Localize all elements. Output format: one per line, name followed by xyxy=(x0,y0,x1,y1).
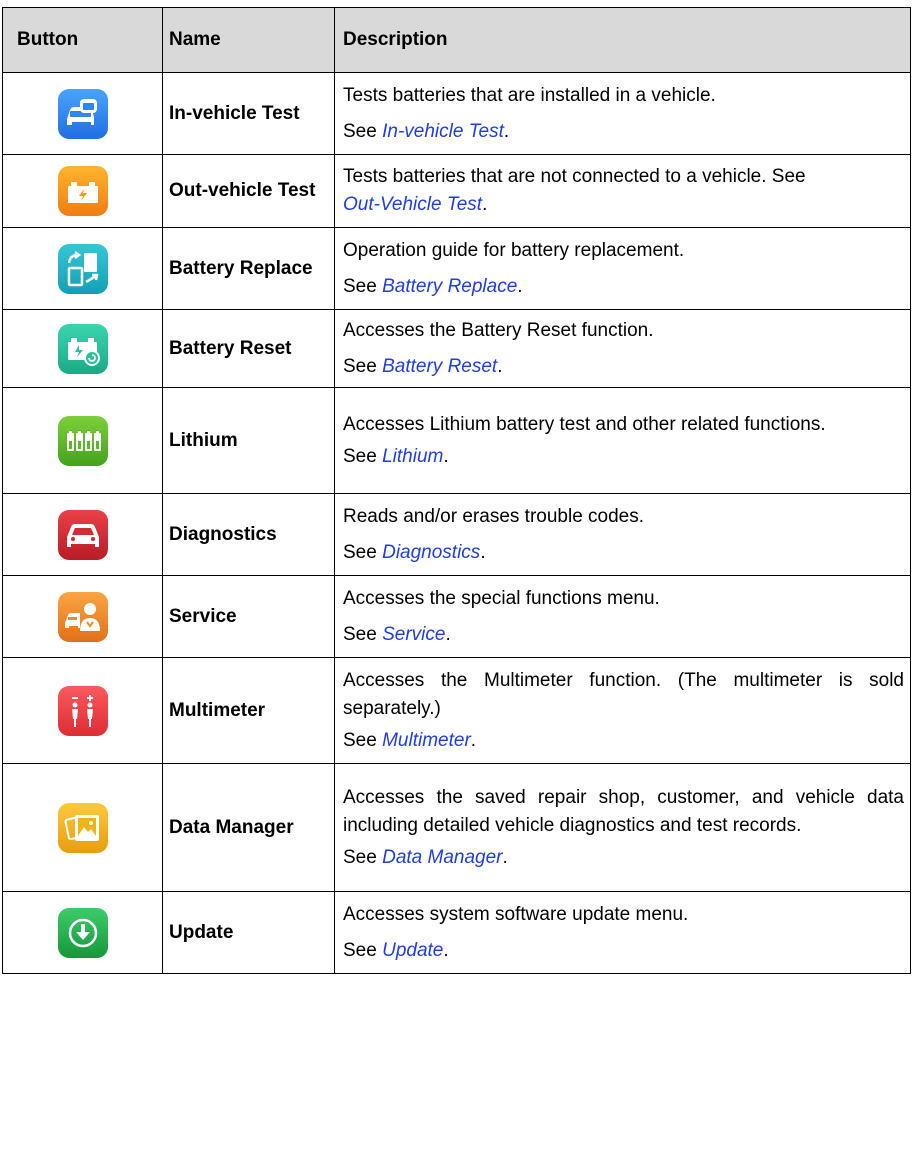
row-name: Multimeter xyxy=(162,657,335,764)
table-row: Lithium Accesses Lithium battery test an… xyxy=(2,387,911,494)
table-row: Data Manager Accesses the saved repair s… xyxy=(2,763,911,892)
see-prefix: See xyxy=(343,623,383,645)
battery-replace-icon[interactable] xyxy=(57,243,108,294)
update-link[interactable]: Update xyxy=(382,940,443,961)
row-description: Accesses Lithium battery test and other … xyxy=(343,413,826,435)
service-icon[interactable] xyxy=(57,591,108,642)
see-prefix: See xyxy=(343,355,383,377)
row-name: In-vehicle Test xyxy=(162,72,335,155)
see-suffix: . xyxy=(503,120,510,142)
header-description: Description xyxy=(334,7,911,73)
battery-reset-link[interactable]: Battery Reset xyxy=(382,356,497,377)
table-row: Update Accesses system software update m… xyxy=(2,891,911,974)
see-suffix: . xyxy=(445,623,451,645)
see-suffix: . xyxy=(480,541,486,563)
row-description: Accesses the saved repair shop, customer… xyxy=(343,786,904,836)
see-suffix: . xyxy=(497,355,503,377)
see-suffix: . xyxy=(502,846,508,868)
header-name: Name xyxy=(162,7,335,73)
diagnostics-icon[interactable] xyxy=(57,509,108,560)
diagnostics-link[interactable]: Diagnostics xyxy=(382,542,480,563)
row-description: Operation guide for battery replacement. xyxy=(343,239,685,261)
row-description: Tests batteries that are not connected t… xyxy=(343,166,806,187)
see-prefix: See xyxy=(343,275,383,297)
row-description: Accesses the special functions menu. xyxy=(343,587,660,609)
update-icon[interactable] xyxy=(57,907,108,958)
see-prefix: See xyxy=(343,445,383,467)
service-link[interactable]: Service xyxy=(382,624,445,645)
out-vehicle-test-icon[interactable] xyxy=(57,166,108,216)
row-description: Reads and/or erases trouble codes. xyxy=(343,505,645,527)
row-name: Battery Replace xyxy=(162,227,335,310)
table-row: Service Accesses the special functions m… xyxy=(2,575,911,658)
row-name: Out-vehicle Test xyxy=(162,154,335,228)
see-suffix: . xyxy=(482,194,488,215)
table-row: In-vehicle Test Tests batteries that are… xyxy=(2,72,911,155)
battery-reset-icon[interactable] xyxy=(57,323,108,374)
see-suffix: . xyxy=(470,729,477,751)
row-name: Lithium xyxy=(162,387,335,494)
see-prefix: See xyxy=(343,541,383,563)
table-row: Battery Reset Accesses the Battery Reset… xyxy=(2,309,911,388)
data-manager-icon[interactable] xyxy=(57,802,108,853)
lithium-link[interactable]: Lithium xyxy=(382,446,443,467)
see-prefix: See xyxy=(343,939,383,961)
multimeter-icon[interactable] xyxy=(57,685,108,736)
see-suffix: . xyxy=(443,939,449,961)
see-suffix: . xyxy=(517,275,523,297)
multimeter-link[interactable]: Multimeter xyxy=(382,730,471,751)
row-description: Accesses the Multimeter function. (The m… xyxy=(343,669,904,719)
header-button: Button xyxy=(2,7,163,73)
in-vehicle-test-link[interactable]: In-vehicle Test xyxy=(382,121,504,142)
battery-replace-link[interactable]: Battery Replace xyxy=(382,276,517,297)
row-description: Accesses system software update menu. xyxy=(343,903,689,925)
data-manager-link[interactable]: Data Manager xyxy=(382,847,502,868)
row-name: Diagnostics xyxy=(162,493,335,576)
in-vehicle-test-icon[interactable] xyxy=(57,88,108,139)
see-prefix: See xyxy=(343,120,383,142)
row-name: Service xyxy=(162,575,335,658)
see-suffix: . xyxy=(443,445,449,467)
see-prefix: See xyxy=(343,846,383,868)
row-name: Battery Reset xyxy=(162,309,335,388)
row-description: Accesses the Battery Reset function. xyxy=(343,319,654,341)
lithium-icon[interactable] xyxy=(57,415,108,466)
row-description: Tests batteries that are installed in a … xyxy=(343,84,716,106)
out-vehicle-test-link[interactable]: Out-Vehicle Test xyxy=(343,194,482,215)
table-row: Out-vehicle Test Tests batteries that ar… xyxy=(2,154,911,228)
row-name: Update xyxy=(162,891,335,974)
table-row: Multimeter Accesses the Multimeter funct… xyxy=(2,657,911,764)
row-name: Data Manager xyxy=(162,763,335,892)
table-header-row: Button Name Description xyxy=(2,7,911,73)
function-table: Button Name Description In-vehicle Test xyxy=(2,7,911,974)
table-row: Diagnostics Reads and/or erases trouble … xyxy=(2,493,911,576)
see-prefix: See xyxy=(343,729,383,751)
table-row: Battery Replace Operation guide for batt… xyxy=(2,227,911,310)
